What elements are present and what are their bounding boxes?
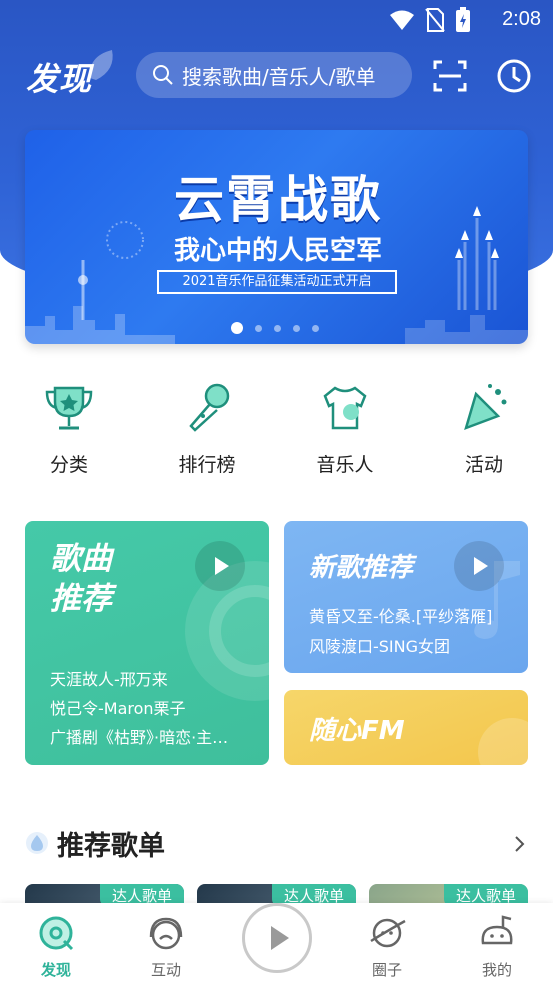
category-label: 活动 — [464, 454, 503, 476]
song-item[interactable]: 悦己令-Maron栗子 — [50, 695, 186, 719]
category-events[interactable]: 活动 — [434, 380, 534, 477]
scan-icon[interactable] — [432, 58, 468, 94]
header: 发现 搜索歌曲/音乐人/歌单 — [0, 48, 553, 104]
carousel-dot — [293, 324, 300, 332]
banner-carousel[interactable]: 云霄战歌 我心中的人民空军 2021音乐作品征集活动正式开启 — [25, 130, 528, 344]
banner-tag: 2021音乐作品征集活动正式开启 — [157, 270, 397, 294]
tab-interact[interactable]: 互动 — [126, 913, 206, 980]
category-label: 音乐人 — [316, 454, 374, 476]
player-play-button[interactable] — [242, 903, 312, 973]
status-icons — [389, 7, 471, 33]
random-fm-title: 随心FM — [309, 716, 405, 746]
party-popper-icon — [464, 384, 507, 431]
planet-face-icon — [370, 918, 406, 948]
tab-label: 发现 — [40, 961, 71, 979]
music-face-icon — [481, 915, 513, 945]
song-recommend-play-button[interactable] — [195, 541, 245, 591]
category-row: 分类 排行榜 音乐人 活动 — [0, 380, 553, 480]
search-icon — [153, 65, 173, 85]
drop-icon — [26, 832, 48, 854]
song-item[interactable]: 天涯故人-邢万来 — [50, 666, 168, 690]
carousel-dot — [231, 322, 243, 334]
category-classify[interactable]: 分类 — [19, 380, 119, 477]
new-songs-title: 新歌推荐 — [309, 553, 414, 583]
leaf-logo-icon — [89, 50, 113, 80]
category-ranking[interactable]: 排行榜 — [157, 380, 257, 477]
tab-discover[interactable]: 发现 — [16, 913, 96, 980]
carousel-indicator — [231, 322, 319, 334]
play-icon — [215, 557, 229, 575]
trophy-icon — [45, 386, 93, 430]
new-songs-card[interactable]: 新歌推荐 黄昏又至-伦桑.[平纱落雁] 风陵渡口-SING女团 — [284, 521, 528, 673]
carousel-dot — [312, 324, 319, 332]
search-placeholder: 搜索歌曲/音乐人/歌单 — [182, 64, 376, 89]
recommended-playlists-header: 推荐歌单 — [25, 820, 528, 864]
song-recommend-title: 歌曲 推荐 — [50, 539, 112, 619]
tab-mine[interactable]: 我的 — [457, 913, 537, 980]
carousel-dot — [255, 324, 262, 332]
play-icon — [271, 926, 289, 950]
search-input[interactable]: 搜索歌曲/音乐人/歌单 — [136, 52, 412, 98]
banner-title: 云霄战歌 — [174, 171, 382, 229]
song-recommend-card[interactable]: 歌曲 推荐 天涯故人-邢万来 悦己令-Maron栗子 广播剧《枯野》·暗恋·主… — [25, 521, 269, 765]
page-title: 发现 — [26, 60, 93, 98]
song-recommend-title-line: 推荐 — [50, 581, 112, 617]
tshirt-icon — [323, 386, 367, 430]
section-title: 推荐歌单 — [57, 831, 165, 862]
battery-charging-icon — [456, 7, 470, 32]
category-label: 分类 — [49, 454, 88, 476]
play-icon — [474, 557, 488, 575]
new-songs-play-button[interactable] — [454, 541, 504, 591]
tab-circle[interactable]: 圈子 — [347, 913, 427, 980]
disc-icon — [39, 916, 74, 951]
microphone-icon — [189, 383, 230, 432]
no-sim-icon — [425, 8, 445, 32]
song-recommend-title-line: 歌曲 — [50, 541, 112, 577]
tab-label: 我的 — [481, 961, 512, 979]
random-fm-card[interactable]: 随心FM — [284, 690, 528, 765]
headphones-face-icon — [149, 917, 183, 950]
banner-subtitle: 我心中的人民空军 — [173, 236, 382, 266]
bottom-tab-bar: 发现 互动 圈子 我的 — [0, 903, 553, 983]
wifi-icon — [390, 10, 414, 30]
history-clock-icon[interactable] — [496, 58, 532, 94]
chevron-right-icon[interactable] — [512, 834, 528, 854]
status-bar: 2:08 — [0, 0, 553, 40]
new-song-item[interactable]: 风陵渡口-SING女团 — [309, 633, 450, 657]
carousel-dot — [274, 324, 281, 332]
tab-label: 圈子 — [371, 961, 402, 979]
new-song-item[interactable]: 黄昏又至-伦桑.[平纱落雁] — [309, 603, 492, 627]
status-time: 2:08 — [502, 8, 541, 30]
song-item[interactable]: 广播剧《枯野》·暗恋·主… — [50, 724, 228, 748]
category-label: 排行榜 — [178, 454, 236, 476]
tab-label: 互动 — [150, 961, 181, 979]
category-musician[interactable]: 音乐人 — [295, 380, 395, 477]
